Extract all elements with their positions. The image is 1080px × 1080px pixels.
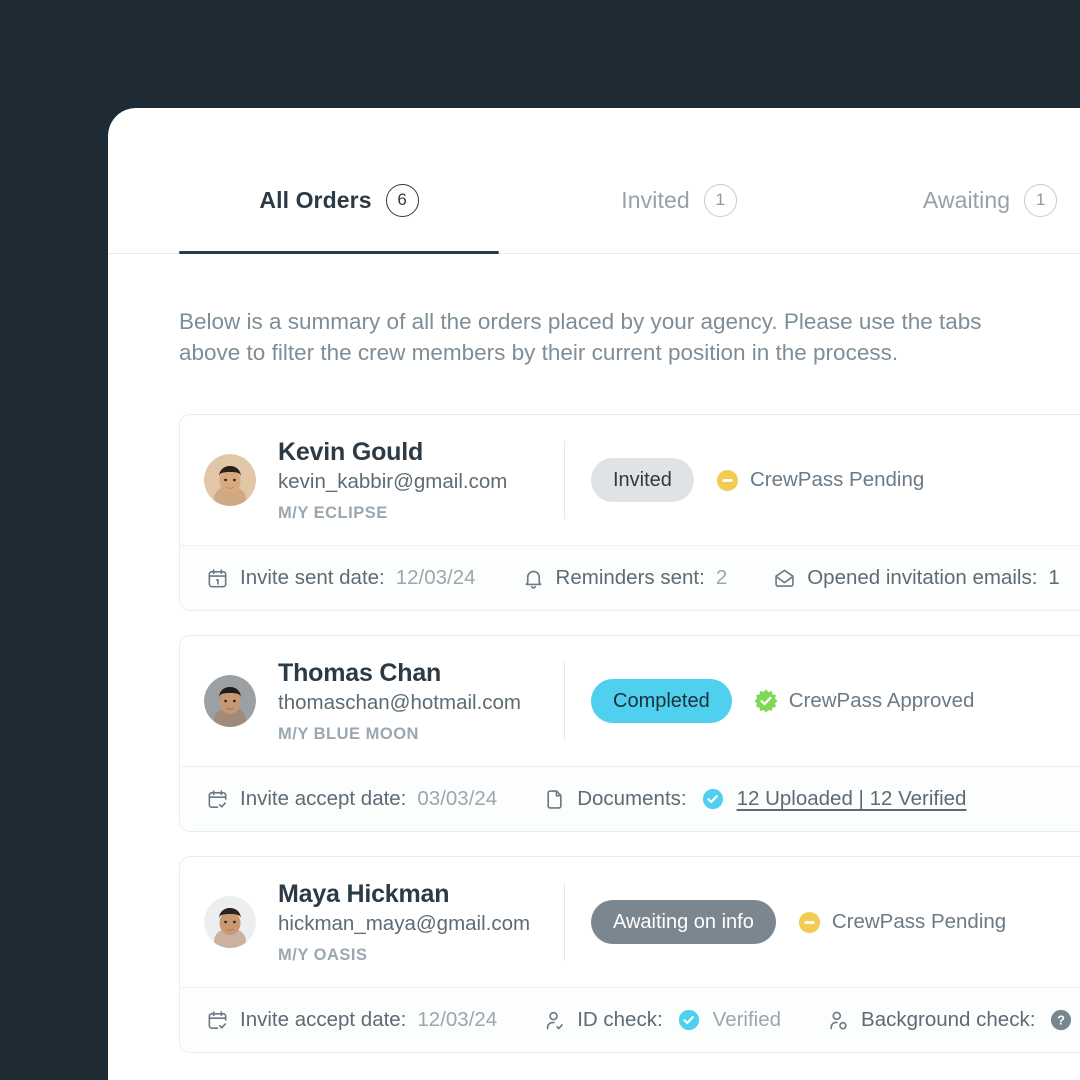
crew-member-vessel: M/Y BLUE MOON bbox=[278, 725, 419, 743]
tab-awaiting-count: 1 bbox=[1024, 183, 1058, 217]
order-card-detail: Documents: 12 Uploaded | 12 Verified bbox=[543, 787, 966, 811]
order-card-detail-label: Background check: bbox=[861, 1008, 1036, 1031]
order-card-detail-value: 1 bbox=[1048, 566, 1060, 589]
order-card-detail-label: Invite accept date: bbox=[240, 1008, 407, 1031]
question-circle-gray-icon: ? bbox=[1050, 1009, 1072, 1031]
crew-member-email: hickman_maya@gmail.com bbox=[278, 912, 531, 935]
crewpass-status-label: CrewPass Pending bbox=[831, 910, 1007, 933]
avatar bbox=[204, 896, 256, 948]
tab-bar: All Orders 6 Invited 1 Awaiting 1 bbox=[108, 146, 1080, 254]
order-card-footer: Invite accept date: 12/03/24 ID check: V… bbox=[180, 987, 1080, 1052]
orders-list: Kevin Gould kevin_kabbir@gmail.com M/Y E… bbox=[108, 414, 1080, 1053]
crewpass-status: CrewPass Pending bbox=[798, 910, 1006, 934]
person-search-icon bbox=[830, 1011, 847, 1029]
crewpass-status-label: CrewPass Pending bbox=[749, 468, 925, 491]
tab-invited-label: Invited bbox=[621, 186, 690, 213]
order-card-detail-value: 12/03/24 bbox=[395, 566, 476, 589]
check-circle-cyan-icon bbox=[678, 1009, 699, 1031]
order-card-detail-value: 12/03/24 bbox=[417, 1008, 498, 1031]
order-card-detail-value: 2 bbox=[715, 566, 728, 589]
tab-awaiting-label: Awaiting bbox=[922, 186, 1011, 213]
order-card-footer: Invite accept date: 03/03/24 Documents: … bbox=[180, 766, 1080, 831]
order-status-area: Awaiting on info CrewPass Pending bbox=[591, 900, 1006, 944]
order-card-header: Thomas Chan thomaschan@hotmail.com M/Y B… bbox=[180, 636, 1080, 766]
avatar bbox=[204, 675, 256, 727]
tab-all-orders-label: All Orders bbox=[259, 186, 372, 213]
order-card-detail-label: Invite sent date: bbox=[240, 566, 385, 589]
order-card-detail-label: ID check: bbox=[577, 1008, 663, 1031]
svg-text:?: ? bbox=[1057, 1013, 1065, 1028]
bell-icon bbox=[525, 570, 541, 589]
calendar-icon bbox=[208, 568, 227, 587]
minus-circle-yellow-icon bbox=[716, 469, 738, 491]
crewpass-status: CrewPass Approved bbox=[754, 689, 975, 713]
app-root: All Orders 6 Invited 1 Awaiting 1 Below … bbox=[0, 0, 1080, 1080]
tab-awaiting[interactable]: Awaiting 1 bbox=[860, 146, 1080, 254]
orders-panel: All Orders 6 Invited 1 Awaiting 1 Below … bbox=[108, 108, 1080, 1080]
order-card-detail: Invite accept date: 03/03/24 bbox=[206, 787, 497, 811]
document-icon bbox=[547, 789, 562, 809]
avatar-image bbox=[204, 675, 256, 727]
crew-member-vessel: M/Y ECLIPSE bbox=[278, 504, 388, 522]
vertical-divider bbox=[564, 441, 565, 519]
minus-circle-yellow-icon bbox=[798, 911, 820, 933]
order-card-header: Maya Hickman hickman_maya@gmail.com M/Y … bbox=[180, 857, 1080, 987]
order-card-detail-value[interactable]: 12 Uploaded | 12 Verified bbox=[737, 787, 967, 811]
avatar-image bbox=[204, 454, 256, 506]
page-description: Below is a summary of all the orders pla… bbox=[179, 309, 982, 365]
person-check-icon bbox=[546, 1011, 563, 1029]
crew-member-info: Kevin Gould kevin_kabbir@gmail.com M/Y E… bbox=[278, 437, 564, 523]
tab-active-indicator bbox=[179, 251, 499, 254]
calendar-check-icon bbox=[208, 1010, 227, 1029]
open-envelope-icon bbox=[775, 569, 794, 587]
crewpass-status-label: CrewPass Approved bbox=[788, 689, 975, 712]
order-card-detail-value: 03/03/24 bbox=[417, 787, 498, 810]
verified-badge-green-icon bbox=[754, 689, 778, 713]
order-status-area: Invited CrewPass Pending bbox=[591, 458, 924, 502]
crew-member-email: thomaschan@hotmail.com bbox=[278, 691, 521, 714]
order-card[interactable]: Maya Hickman hickman_maya@gmail.com M/Y … bbox=[179, 856, 1080, 1053]
crewpass-status: CrewPass Pending bbox=[716, 468, 924, 492]
status-badge[interactable]: Awaiting on info bbox=[591, 900, 776, 944]
question-circle-gray-icon: ? bbox=[1051, 1009, 1072, 1031]
check-circle-cyan-icon bbox=[678, 1009, 700, 1031]
crew-member-info: Maya Hickman hickman_maya@gmail.com M/Y … bbox=[278, 879, 564, 965]
order-card-detail: Background check: ? Not bbox=[827, 1008, 1080, 1032]
tab-invited[interactable]: Invited 1 bbox=[554, 146, 804, 254]
tab-all-orders-count: 6 bbox=[385, 183, 419, 217]
order-card-detail: Opened invitation emails: 1 bbox=[773, 566, 1060, 590]
tab-all-orders[interactable]: All Orders 6 bbox=[179, 146, 499, 254]
order-card-detail: Invite sent date: 12/03/24 bbox=[206, 566, 476, 590]
avatar bbox=[204, 454, 256, 506]
avatar-image bbox=[204, 896, 256, 948]
tab-invited-count: 1 bbox=[703, 183, 737, 217]
crew-member-name: Kevin Gould bbox=[278, 438, 424, 466]
crew-member-name: Maya Hickman bbox=[278, 880, 450, 908]
order-card-detail-label: Reminders sent: bbox=[555, 566, 705, 589]
status-badge[interactable]: Invited bbox=[591, 458, 694, 502]
order-card-detail-label: Opened invitation emails: bbox=[807, 566, 1038, 589]
order-card-detail-label: Documents: bbox=[577, 787, 687, 810]
calendar-check-icon bbox=[208, 789, 227, 808]
order-card[interactable]: Thomas Chan thomaschan@hotmail.com M/Y B… bbox=[179, 635, 1080, 832]
order-card[interactable]: Kevin Gould kevin_kabbir@gmail.com M/Y E… bbox=[179, 414, 1080, 611]
crew-member-name: Thomas Chan bbox=[278, 659, 442, 687]
order-card-detail: ID check: Verified bbox=[543, 1008, 781, 1032]
order-card-footer: Invite sent date: 12/03/24 Reminders sen… bbox=[180, 545, 1080, 610]
crew-member-vessel: M/Y OASIS bbox=[278, 946, 368, 964]
crew-member-info: Thomas Chan thomaschan@hotmail.com M/Y B… bbox=[278, 658, 564, 744]
check-circle-cyan-icon bbox=[702, 788, 724, 810]
order-card-detail: Reminders sent: 2 bbox=[522, 566, 728, 590]
order-card-detail: Invite accept date: 12/03/24 bbox=[206, 1008, 497, 1032]
vertical-divider bbox=[564, 883, 565, 961]
order-card-detail-label: Invite accept date: bbox=[240, 787, 407, 810]
check-circle-cyan-icon bbox=[702, 788, 723, 810]
order-status-area: Completed CrewPass Approved bbox=[591, 679, 974, 723]
order-card-header: Kevin Gould kevin_kabbir@gmail.com M/Y E… bbox=[180, 415, 1080, 545]
vertical-divider bbox=[564, 662, 565, 740]
status-badge[interactable]: Completed bbox=[591, 679, 732, 723]
crew-member-email: kevin_kabbir@gmail.com bbox=[278, 470, 508, 493]
order-card-detail-value: Verified bbox=[712, 1008, 782, 1031]
